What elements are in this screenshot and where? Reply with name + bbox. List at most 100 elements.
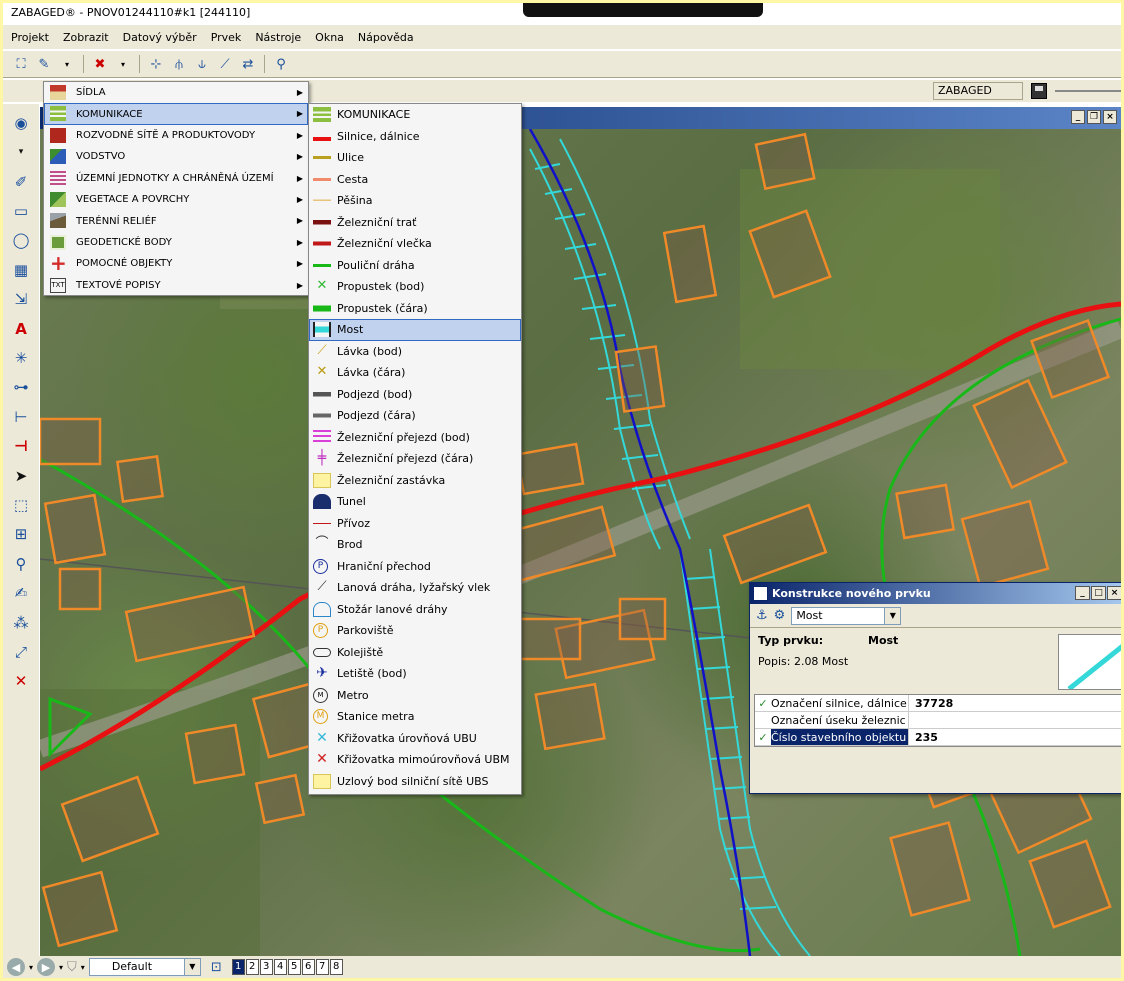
submenu-tunel[interactable]: Tunel [309, 491, 521, 513]
submenu-krizovatka-urovnova[interactable]: ✕ Křižovatka úrovňová UBU [309, 728, 521, 750]
dropdown-arrow-icon[interactable]: ▾ [113, 54, 133, 74]
attribute-row[interactable]: Označení úseku železnic [755, 712, 1124, 729]
feature-tool-icon[interactable]: ⚓ [756, 608, 768, 623]
pointer-icon[interactable]: ➤ [8, 463, 34, 488]
close-icon[interactable]: × [1107, 586, 1122, 600]
submenu-lavka-bod[interactable]: ⟋ Lávka (bod) [309, 341, 521, 363]
layer-tool-icon[interactable]: ⛶ [11, 54, 31, 74]
submenu-parkoviste[interactable]: P Parkoviště [309, 620, 521, 642]
attribute-value[interactable]: 37728 [909, 695, 953, 711]
dropdown-arrow-icon[interactable]: ▾ [81, 963, 85, 972]
zoom-tool-icon[interactable]: ⚲ [8, 551, 34, 576]
submenu-lavka-cara[interactable]: ✕ Lávka (čára) [309, 362, 521, 384]
submenu-lanova-draha[interactable]: ⟋ Lanová dráha, lyžařský vlek [309, 577, 521, 599]
category-vegetace[interactable]: VEGETACE A POVRCHY ▶ [44, 189, 308, 210]
submenu-zeleznicni-prejezd-bod[interactable]: Železniční přejezd (bod) [309, 427, 521, 449]
reverse-direction-icon[interactable]: ⇄ [238, 54, 258, 74]
submenu-podjezd-cara[interactable]: Podjezd (čára) [309, 405, 521, 427]
submenu-krizovatka-mimourovnova[interactable]: ✕ Křižovatka mimoúrovňová UBM [309, 749, 521, 771]
chevron-down-icon[interactable]: ▼ [884, 607, 901, 624]
menu-prvek[interactable]: Prvek [211, 31, 242, 44]
submenu-cesta[interactable]: Cesta [309, 169, 521, 191]
save-icon[interactable] [1031, 83, 1047, 99]
layer-set-select[interactable]: Default ▼ [88, 958, 201, 976]
compass-icon[interactable]: ⛉ [67, 960, 77, 975]
submenu-kolejiste[interactable]: Kolejiště [309, 642, 521, 664]
feature-type-select[interactable]: Most ▼ [791, 606, 902, 625]
transparency-slider[interactable] [1055, 90, 1121, 92]
submenu-hranicni-prechod[interactable]: P Hraniční přechod [309, 556, 521, 578]
window-select-icon[interactable]: ▭ [8, 198, 34, 223]
submenu-stozar-lanove-drahy[interactable]: Stožár lanové dráhy [309, 599, 521, 621]
submenu-propustek-cara[interactable]: Propustek (čára) [309, 298, 521, 320]
move-feature-icon[interactable]: ⇲ [8, 286, 34, 311]
view-page-2[interactable]: 2 [245, 959, 259, 975]
attribute-value[interactable] [909, 712, 915, 728]
submenu-privoz[interactable]: Přívoz [309, 513, 521, 535]
view-page-8[interactable]: 8 [329, 959, 343, 975]
category-vodstvo[interactable]: VODSTVO ▶ [44, 146, 308, 167]
symbol-tool-icon[interactable]: ✳ [8, 345, 34, 370]
category-pomocne-objekty[interactable]: + POMOCNÉ OBJEKTY ▶ [44, 253, 308, 274]
submenu-stanice-metra[interactable]: M Stanice metra [309, 706, 521, 728]
view-page-7[interactable]: 7 [315, 959, 329, 975]
extend-line-icon[interactable]: ⟋ [215, 54, 235, 74]
submenu-podjezd-bod[interactable]: Podjezd (bod) [309, 384, 521, 406]
distance-tool-icon[interactable]: ⊣ [8, 433, 34, 458]
pan-tool-icon[interactable]: ⊞ [8, 522, 34, 547]
text-tool-icon[interactable]: A [8, 316, 34, 341]
category-uzemni-jednotky[interactable]: ÚZEMNÍ JEDNOTKY A CHRÁNĚNÁ ÚZEMÍ ▶ [44, 168, 308, 189]
dropdown-arrow-icon[interactable]: ▾ [57, 54, 77, 74]
submenu-pesina[interactable]: Pěšina [309, 190, 521, 212]
submenu-komunikace[interactable]: KOMUNIKACE [309, 104, 521, 126]
identify-icon[interactable]: ◉ [8, 110, 34, 135]
chevron-down-icon[interactable]: ▼ [183, 959, 200, 975]
close-icon[interactable]: × [1103, 110, 1117, 124]
menu-nastroje[interactable]: Nástroje [255, 31, 301, 44]
submenu-zeleznicni-prejezd-cara[interactable]: ╪ Železniční přejezd (čára) [309, 448, 521, 470]
category-komunikace[interactable]: KOMUNIKACE ▶ [44, 103, 308, 125]
view-page-1[interactable]: 1 [231, 959, 245, 975]
minimize-icon[interactable]: _ [1075, 586, 1090, 600]
circle-select-icon[interactable]: ◯ [8, 228, 34, 253]
view-page-4[interactable]: 4 [273, 959, 287, 975]
edit-vertex-icon[interactable]: ✐ [8, 169, 34, 194]
menu-zobrazit[interactable]: Zobrazit [63, 31, 109, 44]
submenu-silnice-dalnice[interactable]: Silnice, dálnice [309, 126, 521, 148]
cancel-icon[interactable]: ✕ [8, 669, 34, 694]
menu-napoveda[interactable]: Nápověda [358, 31, 414, 44]
paint-tool-icon[interactable]: ✍ [8, 581, 34, 606]
forward-icon[interactable]: ▶ [37, 958, 56, 976]
fill-area-icon[interactable]: ▦ [8, 257, 34, 282]
back-icon[interactable]: ◀ [7, 958, 25, 976]
menu-okna[interactable]: Okna [315, 31, 344, 44]
dropdown-arrow-icon[interactable]: ▾ [59, 963, 63, 972]
view-tree-icon[interactable]: ⊡ [211, 960, 222, 975]
line-tool-icon[interactable]: ⊶ [8, 375, 34, 400]
view-page-6[interactable]: 6 [301, 959, 315, 975]
snap-vertex-icon[interactable]: ⊹ [146, 54, 166, 74]
attribute-row[interactable]: ✓ Číslo stavebního objektu 235 [755, 729, 1124, 746]
category-geodeticke-body[interactable]: GEODETICKÉ BODY ▶ [44, 232, 308, 253]
view-page-3[interactable]: 3 [259, 959, 273, 975]
menu-projekt[interactable]: Projekt [11, 31, 49, 44]
topology-icon[interactable]: ⚲ [271, 54, 291, 74]
snap-point-icon[interactable]: ⁂ [8, 610, 34, 635]
category-rozvodne-site[interactable]: ROZVODNÉ SÍTĚ A PRODUKTOVODY ▶ [44, 125, 308, 146]
menu-datovy-vyber[interactable]: Datový výběr [123, 31, 197, 44]
minimize-icon[interactable]: _ [1071, 110, 1085, 124]
measure-tool-icon[interactable]: ⊢ [8, 404, 34, 429]
submenu-propustek-bod[interactable]: ✕ Propustek (bod) [309, 276, 521, 298]
dropdown-arrow-icon[interactable]: ▾ [29, 963, 33, 972]
submenu-letiste-bod[interactable]: ✈ Letiště (bod) [309, 663, 521, 685]
dialog-titlebar[interactable]: Konstrukce nového prvku _ □ × [750, 583, 1124, 604]
feature-attributes-icon[interactable]: ⚙ [774, 608, 786, 623]
submenu-poulicni-draha[interactable]: Pouliční dráha [309, 255, 521, 277]
submenu-zeleznicni-vlecka[interactable]: Železniční vlečka [309, 233, 521, 255]
category-textove-popisy[interactable]: TXT TEXTOVÉ POPISY ▶ [44, 275, 308, 296]
zoom-extent-icon[interactable]: ⤢ [8, 639, 34, 664]
maximize-icon[interactable]: □ [1091, 586, 1106, 600]
select-tool-icon[interactable]: ✎ [34, 54, 54, 74]
dropdown-arrow-icon[interactable]: ▾ [8, 139, 34, 164]
merge-line-icon[interactable]: ⫝ [192, 54, 212, 74]
